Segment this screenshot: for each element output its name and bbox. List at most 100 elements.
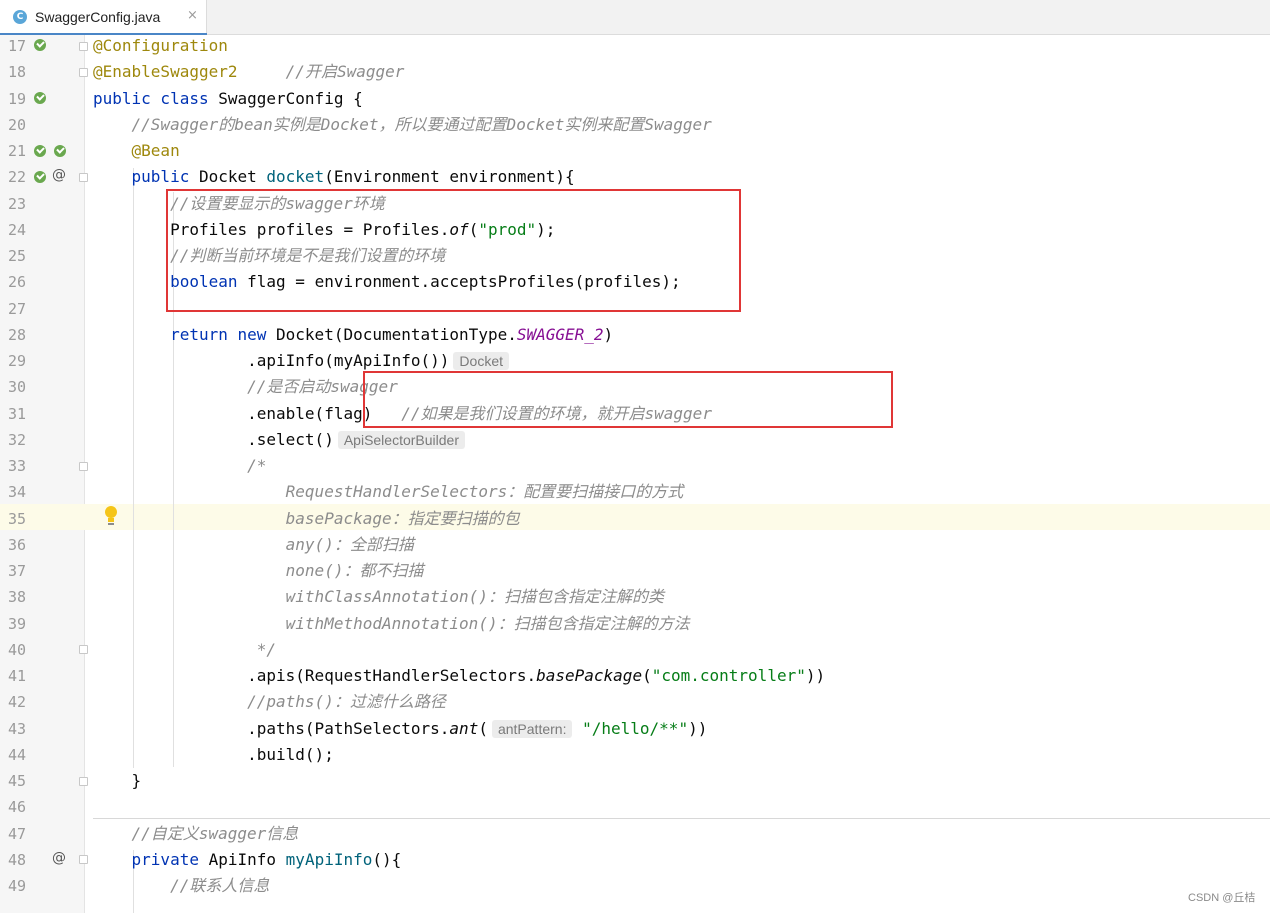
code-text: .select() ApiSelectorBuilder xyxy=(93,427,465,453)
code-line[interactable]: 39 withMethodAnnotation()：扫描包含指定注解的方法 xyxy=(0,611,1270,637)
line-number: 33 xyxy=(7,457,26,475)
line-number: 29 xyxy=(7,352,26,370)
code-text: @EnableSwagger2 //开启Swagger xyxy=(93,59,404,85)
code-line[interactable]: 28 return new Docket(DocumentationType.S… xyxy=(0,322,1270,348)
code-line[interactable]: 17 @Configuration xyxy=(0,33,1270,59)
code-token: ApiInfo xyxy=(198,849,286,869)
code-token: .select() xyxy=(247,429,334,449)
code-line[interactable]: 36 any()：全部扫描 xyxy=(0,532,1270,558)
code-line[interactable]: 45 } xyxy=(0,768,1270,794)
code-token: RequestHandlerSelectors：配置要扫描接口的方式 xyxy=(285,482,684,502)
code-line[interactable]: 44 .build(); xyxy=(0,742,1270,768)
code-token: withClassAnnotation()：扫描包含指定注解的类 xyxy=(285,587,664,607)
code-line[interactable]: 34 RequestHandlerSelectors：配置要扫描接口的方式 xyxy=(0,479,1270,505)
code-text: } xyxy=(93,768,142,794)
code-text: private ApiInfo myApiInfo(){ xyxy=(93,847,402,873)
code-line[interactable]: 37 none()：都不扫描 xyxy=(0,558,1270,584)
code-line[interactable]: 41 .apis(RequestHandlerSelectors.basePac… xyxy=(0,663,1270,689)
code-token: return new xyxy=(170,324,267,344)
code-token: @Configuration xyxy=(93,36,228,55)
code-line[interactable]: 43 .paths(PathSelectors.ant(antPattern: … xyxy=(0,716,1270,742)
code-text: withClassAnnotation()：扫描包含指定注解的类 xyxy=(93,584,664,610)
code-line[interactable]: 18 @EnableSwagger2 //开启Swagger xyxy=(0,59,1270,85)
code-text: withMethodAnnotation()：扫描包含指定注解的方法 xyxy=(93,611,690,637)
code-line[interactable]: 32 .select() ApiSelectorBuilder xyxy=(0,427,1270,453)
line-number: 48 xyxy=(7,850,26,869)
watermark: CSDN @丘桔 xyxy=(1188,892,1256,904)
code-token: @Bean xyxy=(131,141,180,160)
line-number: 24 xyxy=(7,220,26,239)
code-line[interactable]: 46 xyxy=(0,794,1270,820)
line-number: 46 xyxy=(7,798,26,817)
code-line[interactable]: 47 //自定义swagger信息 xyxy=(0,821,1270,847)
code-text: public Docket docket(Environment environ… xyxy=(93,164,575,190)
code-token: //Swagger的bean实例是Docket，所以要通过配置Docket实例来… xyxy=(131,114,712,134)
code-token: .apis(RequestHandlerSelectors. xyxy=(247,666,537,685)
line-number: 45 xyxy=(7,772,26,790)
line-number: 49 xyxy=(7,877,26,895)
line-number: 25 xyxy=(7,247,26,265)
code-text: /* xyxy=(93,453,266,479)
code-token: (){ xyxy=(372,849,402,869)
line-number: 19 xyxy=(7,89,26,108)
code-token: "com.controller" xyxy=(651,666,806,685)
line-number: 32 xyxy=(7,430,26,449)
code-line[interactable]: 48 private ApiInfo myApiInfo(){ xyxy=(0,847,1270,873)
code-token: ( xyxy=(642,666,652,685)
code-token: @EnableSwagger2 xyxy=(93,62,238,82)
code-line[interactable]: 20 //Swagger的bean实例是Docket，所以要通过配置Docket… xyxy=(0,112,1270,138)
code-line[interactable]: 40 */ xyxy=(0,637,1270,663)
code-text: @Bean xyxy=(93,138,180,164)
code-text: RequestHandlerSelectors：配置要扫描接口的方式 xyxy=(93,479,684,505)
line-number: 22 xyxy=(7,168,26,187)
method-separator xyxy=(93,818,1270,819)
code-token: SWAGGER_2 xyxy=(516,324,604,344)
code-text: //是否启动swagger xyxy=(93,374,398,400)
tab-swaggerconfig[interactable]: C SwaggerConfig.java × xyxy=(0,0,207,35)
code-token: //联系人信息 xyxy=(170,876,270,895)
code-token: ant xyxy=(449,718,479,738)
code-line[interactable]: 19 public class SwaggerConfig { xyxy=(0,86,1270,112)
code-text: */ xyxy=(93,637,276,663)
highlight-box-profiles xyxy=(166,189,741,312)
code-line[interactable]: 33 /* xyxy=(0,453,1270,479)
code-line[interactable]: 38 withClassAnnotation()：扫描包含指定注解的类 xyxy=(0,584,1270,610)
code-token: none()：都不扫描 xyxy=(285,561,424,580)
line-number: 20 xyxy=(7,115,26,134)
code-token: } xyxy=(93,771,142,790)
line-number: 40 xyxy=(7,640,26,659)
java-class-icon: C xyxy=(13,10,27,24)
code-line[interactable]: 42 //paths()：过滤什么路径 xyxy=(0,689,1270,715)
line-number: 26 xyxy=(7,273,26,292)
close-icon[interactable]: × xyxy=(187,8,198,23)
code-line[interactable]: 21 @Bean xyxy=(0,138,1270,164)
code-token: SwaggerConfig { xyxy=(208,88,363,108)
code-line[interactable]: 22 public Docket docket(Environment envi… xyxy=(0,164,1270,190)
line-number: 43 xyxy=(7,719,26,738)
code-token: myApiInfo xyxy=(285,849,373,869)
line-number: 35 xyxy=(7,509,26,528)
line-number: 47 xyxy=(7,824,26,843)
code-line[interactable]: 35 basePackage：指定要扫描的包 xyxy=(0,506,1270,532)
line-number: 42 xyxy=(7,693,26,712)
code-token: public xyxy=(131,167,190,187)
code-token: .apiInfo(myApiInfo()) xyxy=(247,351,450,370)
code-text: .build(); xyxy=(93,742,334,768)
line-number: 37 xyxy=(7,562,26,580)
code-line[interactable]: 49 //联系人信息 xyxy=(0,873,1270,899)
